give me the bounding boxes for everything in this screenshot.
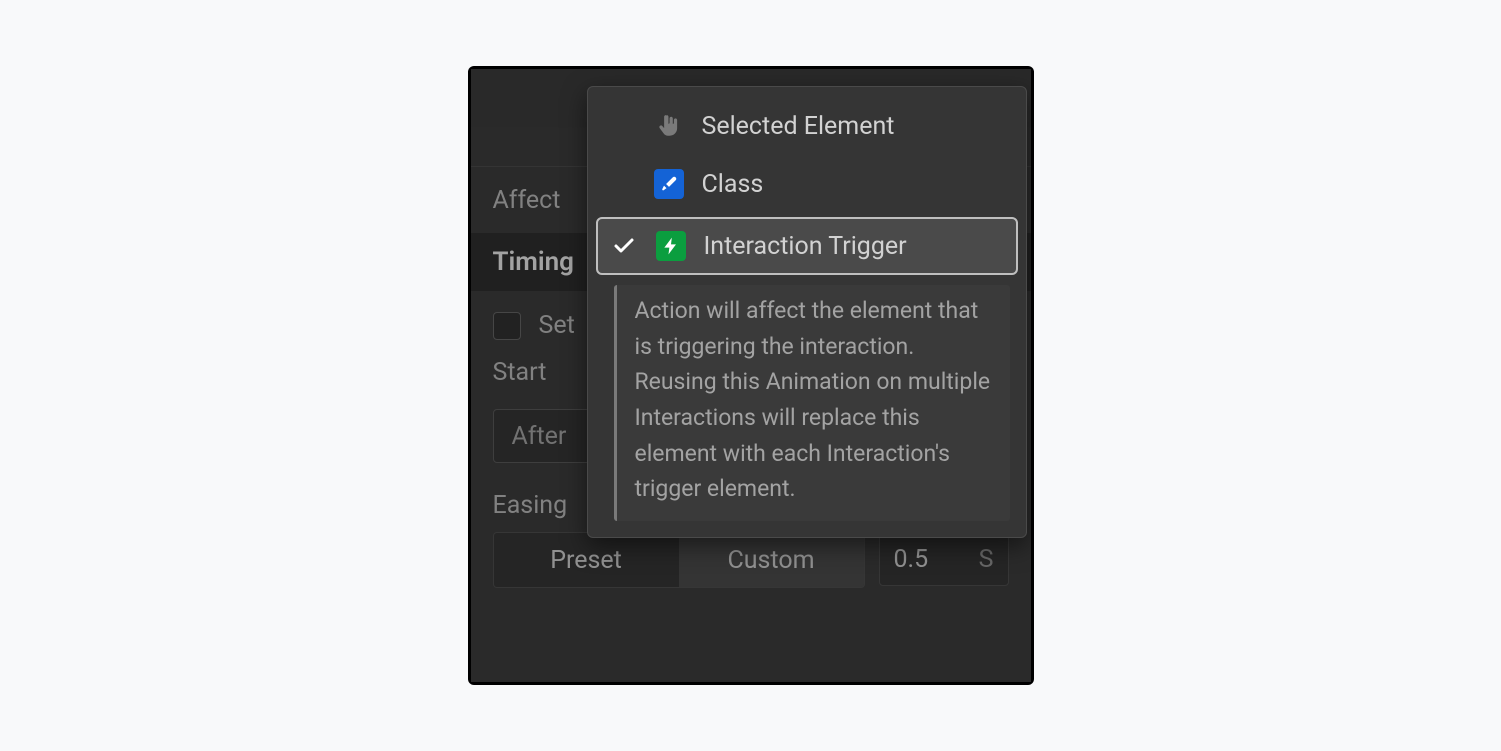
easing-preset-label: Preset — [550, 546, 622, 575]
easing-label: Easing — [493, 491, 568, 520]
menu-item-description: Action will affect the element that is t… — [614, 285, 1010, 521]
affect-target-dropdown: Selected Element Class Interaction Trigg… — [587, 86, 1027, 538]
start-label: Start — [493, 358, 547, 387]
set-label: Set — [539, 311, 575, 340]
paintbrush-icon — [654, 169, 684, 199]
menu-item-label: Class — [702, 170, 764, 199]
check-icon — [610, 234, 638, 258]
menu-item-label: Interaction Trigger — [704, 232, 907, 261]
duration-value: 0.5 — [894, 545, 929, 574]
menu-item-interaction-trigger[interactable]: Interaction Trigger — [596, 217, 1018, 275]
menu-item-selected-element[interactable]: Selected Element — [588, 97, 1026, 155]
affect-label: Affect — [493, 186, 561, 215]
lightning-bolt-icon — [656, 231, 686, 261]
easing-preset-button[interactable]: Preset — [494, 533, 679, 587]
duration-unit: S — [979, 545, 994, 574]
timing-section-header: Timing — [493, 247, 574, 277]
menu-item-label: Selected Element — [702, 112, 895, 141]
hand-icon — [654, 111, 684, 141]
menu-item-class[interactable]: Class — [588, 155, 1026, 213]
easing-custom-label: Custom — [727, 546, 814, 575]
easing-mode-segmented: Preset Custom — [493, 532, 865, 588]
start-dropdown-value: After — [512, 422, 567, 451]
duration-field[interactable]: 0.5 S — [879, 532, 1009, 586]
set-initial-state-checkbox[interactable] — [493, 312, 521, 340]
easing-custom-button[interactable]: Custom — [679, 533, 864, 587]
